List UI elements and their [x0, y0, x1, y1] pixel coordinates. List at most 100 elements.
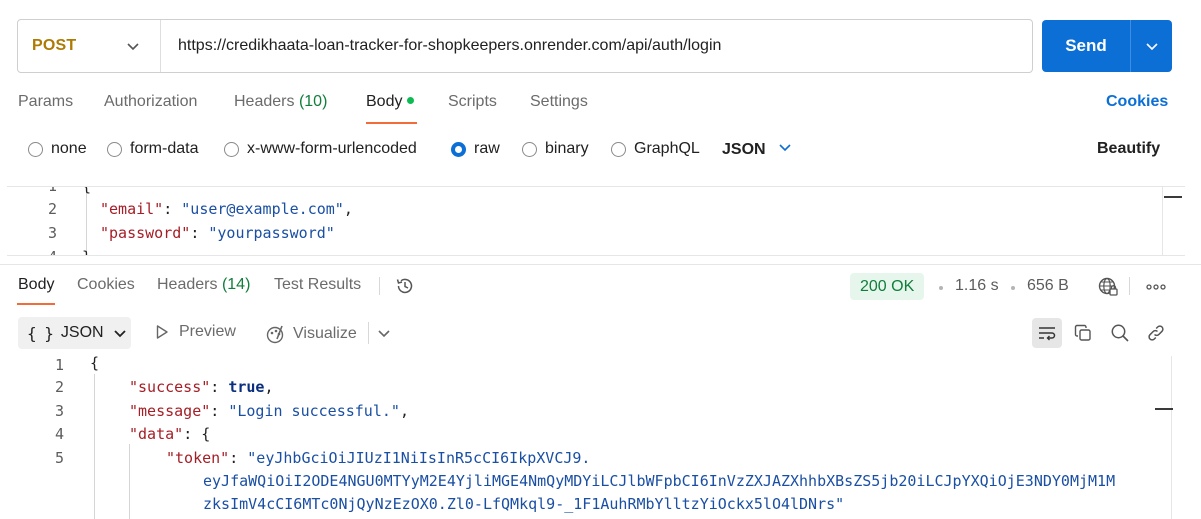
radio-urlencoded[interactable]: x-www-form-urlencoded	[224, 140, 417, 158]
separator-dot	[939, 286, 943, 290]
url-bar: POST https://credikhaata-loan-tracker-fo…	[17, 19, 1033, 73]
radio-circle	[224, 141, 239, 157]
line-number: 1	[54, 356, 64, 374]
status-badge[interactable]: 200 OK	[850, 273, 925, 300]
tab-params[interactable]: Params	[18, 93, 73, 111]
method-label: POST	[32, 37, 77, 54]
code-key: "password"	[100, 224, 191, 242]
response-headers-count: (14)	[221, 276, 251, 293]
tab-authorization[interactable]: Authorization	[104, 93, 197, 111]
response-tab-headers[interactable]: Headers (14)	[157, 276, 250, 294]
braces-icon: { }	[27, 323, 54, 343]
radio-circle	[107, 141, 122, 157]
toolbar-divider	[368, 322, 369, 344]
toolbar-divider	[1129, 277, 1130, 295]
play-icon	[154, 324, 170, 340]
code-value: "yourpassword"	[208, 224, 335, 242]
response-tab-headers-label: Headers	[157, 276, 218, 293]
indent-guide	[86, 187, 87, 255]
language-select[interactable]: JSON	[722, 140, 792, 159]
request-body-editor[interactable]: 1 2 3 4 { "email": "user@example.com", "…	[7, 186, 1185, 256]
code-close-brace: }	[82, 248, 91, 255]
toolbar-divider	[379, 277, 380, 295]
line-number: 4	[7, 248, 57, 255]
tab-settings[interactable]: Settings	[530, 93, 588, 111]
headers-count: (10)	[298, 93, 328, 110]
language-label: JSON	[722, 140, 766, 158]
response-time[interactable]: 1.16 s	[955, 277, 999, 295]
code-value: "eyJhbGciOiJIUzI1NiIsInR5cCI6IkpXVCJ9.	[247, 449, 591, 467]
radio-circle-selected	[451, 141, 466, 157]
more-icon[interactable]	[1146, 280, 1166, 298]
chevron-down-icon	[113, 326, 127, 340]
response-format-select[interactable]: { } JSON	[18, 317, 131, 349]
radio-urlencoded-label: x-www-form-urlencoded	[247, 140, 417, 157]
copy-icon[interactable]	[1068, 318, 1098, 348]
code-line-data: "data": {	[129, 425, 211, 443]
separator-dot	[1011, 286, 1015, 290]
visualize-button[interactable]: Visualize	[264, 323, 357, 345]
search-icon[interactable]	[1105, 318, 1135, 348]
url-input[interactable]: https://credikhaata-loan-tracker-for-sho…	[161, 37, 721, 55]
send-button[interactable]: Send	[1042, 20, 1172, 72]
editor-minimap-marker	[1155, 408, 1173, 410]
response-size[interactable]: 656 B	[1027, 277, 1069, 295]
radio-binary-label: binary	[545, 140, 589, 157]
response-body-viewer[interactable]: 1 2 3 4 5 { "success": true, "message": …	[0, 356, 1201, 519]
radio-raw[interactable]: raw	[451, 140, 500, 158]
globe-lock-icon[interactable]	[1097, 276, 1119, 303]
preview-button[interactable]: Preview	[154, 323, 236, 341]
pane-divider[interactable]	[0, 264, 1201, 265]
code-line-email: "email": "user@example.com",	[100, 200, 353, 218]
code-line-message: "message": "Login successful.",	[129, 402, 409, 420]
chevron-down-icon[interactable]	[1131, 39, 1172, 53]
code-token-wrap: eyJfaWQiOiI2ODE4NGU0MTYyM2E4YjliMGE4NmQy…	[203, 472, 1116, 490]
response-tab-body[interactable]: Body	[18, 276, 54, 294]
word-wrap-icon[interactable]	[1032, 318, 1062, 348]
scrollbar-track[interactable]	[1162, 187, 1163, 255]
code-line-password: "password": "yourpassword"	[100, 224, 335, 242]
tab-headers-label: Headers	[234, 93, 295, 110]
line-number: 3	[47, 224, 57, 242]
radio-none[interactable]: none	[28, 140, 87, 158]
preview-label: Preview	[179, 323, 236, 340]
cookies-link[interactable]: Cookies	[1106, 93, 1168, 111]
tab-headers[interactable]: Headers (10)	[234, 93, 327, 111]
response-active-tab-underline	[17, 303, 55, 305]
code-open-brace: {	[82, 186, 92, 195]
radio-binary[interactable]: binary	[522, 140, 589, 158]
radio-form-data[interactable]: form-data	[107, 140, 198, 158]
tab-body-label: Body	[366, 93, 403, 110]
radio-raw-label: raw	[474, 140, 500, 157]
line-number: 4	[54, 425, 64, 443]
tab-body[interactable]: Body	[366, 93, 415, 111]
line-number: 2	[54, 378, 64, 396]
code-open-brace: {	[90, 356, 100, 372]
code-key: "data"	[129, 425, 184, 443]
link-icon[interactable]	[1141, 318, 1171, 348]
radio-circle	[611, 141, 626, 157]
method-select[interactable]: POST	[18, 20, 161, 72]
line-number: 3	[54, 402, 64, 420]
radio-graphql-label: GraphQL	[634, 140, 700, 157]
radio-circle	[522, 141, 537, 157]
line-number: 5	[54, 449, 64, 467]
response-tab-test-results[interactable]: Test Results	[274, 276, 361, 294]
code-key: "token"	[166, 449, 230, 467]
response-format-label: JSON	[60, 324, 104, 341]
history-icon[interactable]	[394, 275, 416, 302]
active-tab-underline	[366, 122, 417, 124]
beautify-link[interactable]: Beautify	[1097, 140, 1160, 158]
code-key: "email"	[100, 200, 164, 218]
code-line-token: "token": "eyJhbGciOiJIUzI1NiIsInR5cCI6Ik…	[166, 449, 591, 467]
visualize-icon	[264, 323, 286, 345]
radio-none-label: none	[51, 140, 87, 157]
chevron-down-icon[interactable]	[377, 326, 391, 345]
chevron-down-icon	[778, 140, 792, 159]
tab-scripts[interactable]: Scripts	[448, 93, 497, 111]
response-tab-cookies[interactable]: Cookies	[77, 276, 135, 294]
body-indicator-dot	[407, 97, 415, 104]
radio-graphql[interactable]: GraphQL	[611, 140, 700, 158]
indent-guide	[129, 444, 130, 519]
scrollbar-track[interactable]	[1171, 356, 1172, 519]
